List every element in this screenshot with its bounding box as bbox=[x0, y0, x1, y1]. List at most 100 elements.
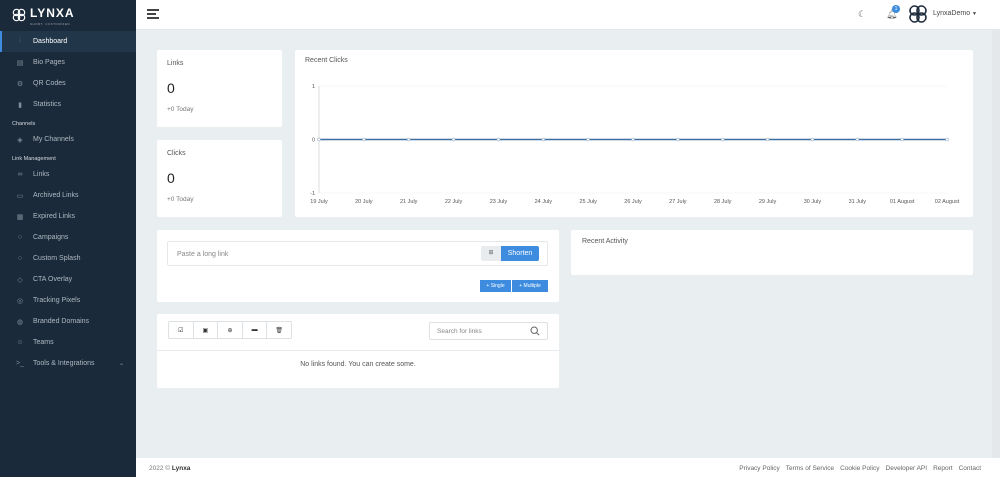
sidebar-item-label: Campaigns bbox=[33, 234, 69, 241]
footer-links: Privacy Policy Terms of Service Cookie P… bbox=[739, 465, 981, 472]
footer-link-contact[interactable]: Contact bbox=[959, 465, 981, 472]
search-icon bbox=[530, 326, 540, 336]
links-stat-card: Links 0 +0 Today bbox=[157, 50, 282, 127]
username: LynxaDemo bbox=[933, 10, 971, 17]
sidebar-item-label: Dashboard bbox=[33, 38, 68, 45]
x-tick-label: 28 July bbox=[714, 199, 732, 205]
brand-name: LYNXA bbox=[30, 6, 75, 20]
sidebar-item-expired-links[interactable]: ▦ Expired Links bbox=[0, 206, 136, 227]
links-stat-value: 0 bbox=[167, 80, 175, 96]
archive-icon: ▭ bbox=[16, 192, 24, 200]
user-menu[interactable]: LynxaDemo ▼ bbox=[933, 10, 977, 17]
sidebar-item-my-channels[interactable]: ◈ My Channels bbox=[0, 129, 136, 150]
sidebar-item-label: QR Codes bbox=[33, 80, 66, 87]
copyright-brand: Lynxa bbox=[171, 465, 191, 472]
footer-link-terms[interactable]: Terms of Service bbox=[786, 465, 834, 472]
menu-toggle-icon[interactable] bbox=[147, 9, 159, 19]
x-tick-label: 26 July bbox=[624, 199, 642, 205]
sidebar-item-tracking-pixels[interactable]: ◎ Tracking Pixels bbox=[0, 290, 136, 311]
y-tick-label: 0 bbox=[312, 138, 315, 144]
moon-icon[interactable]: ☾ bbox=[858, 9, 866, 20]
x-tick-label: 19 July bbox=[310, 199, 328, 205]
recent-clicks-card: Recent Clicks 1 0 -1 19 July 20 July 21 July 2… bbox=[295, 50, 973, 217]
x-tick-label: 25 July bbox=[579, 199, 597, 205]
calendar-icon: ▦ bbox=[16, 213, 24, 221]
scrollbar[interactable] bbox=[992, 30, 1000, 458]
sidebar-item-tools-integrations[interactable]: >_ Tools & Integrations ⌄ bbox=[0, 353, 136, 374]
x-tick-label: 24 July bbox=[535, 199, 553, 205]
data-point bbox=[765, 137, 770, 142]
x-tick-label: 22 July bbox=[445, 199, 463, 205]
x-tick-label: 20 July bbox=[355, 199, 373, 205]
sidebar-item-teams[interactable]: ☺ Teams bbox=[0, 332, 136, 353]
archive-action-icon[interactable]: ▣ bbox=[194, 322, 219, 338]
shorten-button[interactable]: Shorten bbox=[501, 246, 539, 261]
multiple-button[interactable]: + Multiple bbox=[512, 280, 548, 292]
sidebar: LYNXA SHORT. CUSTOMIZED. ⫶ Dashboard ▤ B… bbox=[0, 0, 136, 477]
logo[interactable]: LYNXA SHORT. CUSTOMIZED. bbox=[0, 0, 136, 30]
clicks-stat-card: Clicks 0 +0 Today bbox=[157, 140, 282, 217]
recent-activity-title: Recent Activity bbox=[582, 238, 628, 245]
sidebar-item-custom-splash[interactable]: ○ Custom Splash bbox=[0, 248, 136, 269]
data-point bbox=[900, 137, 904, 142]
footer: 2022 © Lynxa Privacy Policy Terms of Ser… bbox=[136, 458, 1000, 477]
recent-clicks-chart: 1 0 -1 19 July 20 July 21 July 22 July 23 July 2… bbox=[310, 84, 960, 205]
layout-icon: ▤ bbox=[16, 59, 24, 67]
caret-down-icon: ▼ bbox=[972, 11, 977, 17]
long-link-placeholder: Paste a long link bbox=[177, 251, 229, 258]
sidebar-item-archived-links[interactable]: ▭ Archived Links bbox=[0, 185, 136, 206]
folder-action-icon[interactable]: ▬ bbox=[243, 322, 268, 338]
qr-toggle-button[interactable]: ⊞ bbox=[481, 246, 501, 261]
x-tick-label: 01 August bbox=[890, 199, 915, 205]
sidebar-item-label: Branded Domains bbox=[33, 318, 90, 325]
sidebar-item-label: Custom Splash bbox=[33, 255, 81, 262]
data-point bbox=[676, 137, 680, 142]
terminal-icon: >_ bbox=[16, 360, 24, 367]
users-icon: ☺ bbox=[16, 339, 24, 346]
section-link-management: Link Management bbox=[12, 156, 56, 162]
trash-icon[interactable]: 🗑︎ bbox=[267, 322, 291, 338]
sidebar-item-cta-overlay[interactable]: ◇ CTA Overlay bbox=[0, 269, 136, 290]
bar-chart-icon: ▮ bbox=[18, 101, 22, 109]
target-action-icon[interactable]: ⊕ bbox=[218, 322, 243, 338]
y-tick-label: 1 bbox=[312, 84, 315, 90]
sidebar-item-qr-codes[interactable]: ⚙ QR Codes bbox=[0, 73, 136, 94]
x-tick-label: 30 July bbox=[804, 199, 822, 205]
data-point bbox=[586, 137, 590, 142]
select-all-icon[interactable]: ☑ bbox=[169, 322, 194, 338]
footer-link-cookie[interactable]: Cookie Policy bbox=[840, 465, 879, 472]
footer-link-report[interactable]: Report bbox=[933, 465, 953, 472]
sidebar-item-label: Teams bbox=[33, 339, 54, 346]
footer-link-developer-api[interactable]: Developer API bbox=[886, 465, 928, 472]
avatar[interactable] bbox=[908, 4, 928, 24]
recent-activity-card: Recent Activity bbox=[571, 230, 973, 275]
links-stat-title: Links bbox=[167, 60, 184, 67]
data-point bbox=[317, 137, 321, 142]
sidebar-item-branded-domains[interactable]: ◍ Branded Domains bbox=[0, 311, 136, 332]
sidebar-item-label: Expired Links bbox=[33, 213, 76, 220]
divider bbox=[157, 350, 559, 351]
data-point bbox=[945, 137, 949, 142]
sidebar-item-dashboard[interactable]: ⫶ Dashboard bbox=[0, 31, 136, 52]
sidebar-item-bio-pages[interactable]: ▤ Bio Pages bbox=[0, 52, 136, 73]
data-point bbox=[855, 137, 859, 142]
sidebar-item-links[interactable]: ∞ Links bbox=[0, 164, 136, 185]
x-tick-label: 21 July bbox=[400, 199, 418, 205]
brand-tagline: SHORT. CUSTOMIZED. bbox=[30, 22, 72, 26]
sidebar-item-label: Bio Pages bbox=[33, 59, 65, 66]
circle-icon: ○ bbox=[17, 234, 23, 241]
data-point bbox=[362, 137, 366, 142]
footer-link-privacy[interactable]: Privacy Policy bbox=[739, 465, 779, 472]
x-tick-label: 23 July bbox=[490, 199, 508, 205]
data-point bbox=[496, 137, 501, 142]
sidebar-item-campaigns[interactable]: ○ Campaigns bbox=[0, 227, 136, 248]
links-search-input[interactable]: Search for links bbox=[429, 322, 548, 340]
sidebar-item-label: Tracking Pixels bbox=[33, 297, 81, 304]
search-placeholder: Search for links bbox=[437, 328, 482, 335]
links-stat-today: +0 Today bbox=[167, 106, 194, 113]
section-channels: Channels bbox=[12, 121, 36, 127]
chevron-down-icon: ⌄ bbox=[118, 361, 124, 367]
box-icon: ◈ bbox=[17, 136, 23, 144]
sidebar-item-statistics[interactable]: ▮ Statistics bbox=[0, 94, 136, 115]
single-button[interactable]: + Single bbox=[480, 280, 511, 292]
